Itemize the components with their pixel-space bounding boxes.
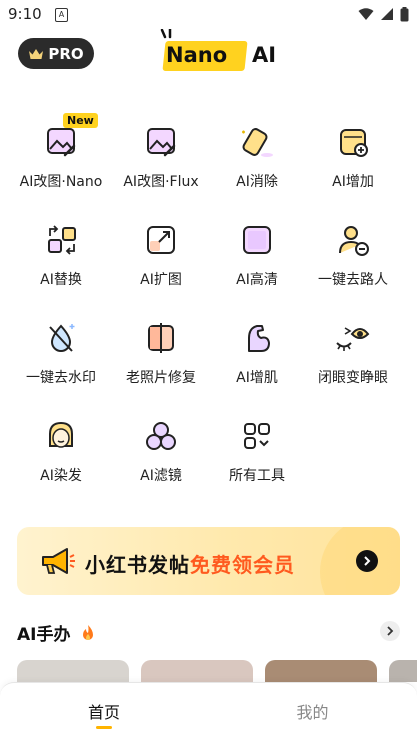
signal-icon — [381, 8, 393, 20]
pro-label: PRO — [48, 44, 84, 63]
tool-label: AI改图·Flux — [123, 174, 199, 190]
banner-text: 小红书发帖免费领会员 — [85, 549, 295, 578]
tool-label: AI滤镜 — [140, 468, 182, 484]
tool-remove-watermark[interactable]: 一键去水印 — [9, 306, 113, 396]
tool-label: AI增肌 — [236, 370, 278, 386]
tool-open-eyes[interactable]: 闭眼变睁眼 — [301, 306, 405, 396]
wifi-icon — [358, 8, 374, 20]
tool-label: AI扩图 — [140, 272, 182, 288]
logo-word: Nano — [166, 43, 228, 67]
tool-hair-dye[interactable]: AI染发 — [9, 404, 113, 494]
tool-photo-restore[interactable]: 老照片修复 — [109, 306, 213, 396]
tool-label: AI增加 — [332, 174, 374, 190]
swap-icon — [41, 220, 81, 260]
tool-all-tools[interactable]: 所有工具 — [205, 404, 309, 494]
figure-cards-row — [0, 660, 417, 682]
tool-ai-filter[interactable]: AI滤镜 — [109, 404, 213, 494]
tool-label: AI高清 — [236, 272, 278, 288]
status-time: 9:10 — [8, 5, 42, 23]
tool-ai-hd[interactable]: AI高清 — [205, 208, 309, 298]
chevron-right-icon — [364, 556, 371, 566]
chevron-right-icon — [387, 626, 394, 636]
battery-icon — [400, 7, 409, 22]
section-more-button[interactable] — [380, 621, 400, 641]
header: PRO Nano AI — [0, 29, 417, 80]
muscle-icon — [237, 318, 277, 358]
tool-ai-edit-nano[interactable]: New AI改图·Nano — [9, 110, 113, 200]
banner-main-text: 小红书发帖 — [85, 553, 190, 577]
new-badge: New — [63, 113, 98, 128]
image-edit-icon: New — [41, 113, 98, 162]
tool-label: 闭眼变睁眼 — [318, 370, 388, 386]
status-bar: 9:10 A — [0, 0, 417, 30]
watermark-remove-icon — [41, 318, 81, 358]
remove-person-icon — [333, 220, 373, 260]
status-icons — [358, 7, 409, 22]
nav-mine-tab[interactable]: 我的 — [208, 699, 417, 723]
banner-highlight-text: 免费领会员 — [190, 553, 295, 577]
tool-label: AI改图·Nano — [19, 174, 103, 190]
tool-ai-expand[interactable]: AI扩图 — [109, 208, 213, 298]
figure-card[interactable] — [265, 660, 377, 682]
tool-remove-person[interactable]: 一键去路人 — [301, 208, 405, 298]
tool-ai-edit-flux[interactable]: AI改图·Flux — [109, 110, 213, 200]
promo-banner[interactable]: 小红书发帖免费领会员 — [17, 527, 400, 595]
app-logo: Nano AI — [158, 29, 278, 75]
figure-card[interactable] — [17, 660, 129, 682]
tool-label: 一键去路人 — [318, 272, 388, 288]
notification-icon: A — [55, 8, 68, 22]
tool-label: 老照片修复 — [126, 370, 196, 386]
hair-dye-icon — [41, 416, 81, 456]
figure-card[interactable] — [141, 660, 253, 682]
photo-restore-icon — [141, 318, 181, 358]
pro-button[interactable]: PRO — [18, 38, 94, 69]
eraser-icon — [237, 122, 277, 162]
figure-card[interactable] — [389, 660, 417, 682]
fire-icon — [83, 625, 94, 640]
tool-ai-erase[interactable]: AI消除 — [205, 110, 309, 200]
logo-ai: AI — [252, 43, 277, 67]
add-layer-icon — [333, 122, 373, 162]
tool-label: AI染发 — [40, 468, 82, 484]
image-edit-icon — [141, 122, 181, 162]
section-title-text: AI手办 — [17, 625, 71, 645]
tool-label: 所有工具 — [229, 468, 285, 484]
section-title: AI手办 — [17, 620, 96, 645]
crown-icon — [29, 48, 44, 59]
eye-open-icon — [333, 318, 373, 358]
tool-label: AI消除 — [236, 174, 278, 190]
tool-ai-add[interactable]: AI增加 — [301, 110, 405, 200]
banner-arrow-button[interactable] — [356, 550, 378, 572]
expand-icon — [141, 220, 181, 260]
nav-home-tab[interactable]: 首页 — [0, 699, 208, 723]
filter-icon — [141, 416, 181, 456]
all-tools-icon — [237, 416, 277, 456]
nav-active-indicator — [96, 726, 112, 729]
tool-label: AI替换 — [40, 272, 82, 288]
tool-ai-replace[interactable]: AI替换 — [9, 208, 113, 298]
bottom-nav: 首页 我的 — [0, 682, 417, 744]
hd-icon — [237, 220, 277, 260]
tool-ai-muscle[interactable]: AI增肌 — [205, 306, 309, 396]
megaphone-icon — [42, 548, 75, 574]
tool-label: 一键去水印 — [26, 370, 96, 386]
